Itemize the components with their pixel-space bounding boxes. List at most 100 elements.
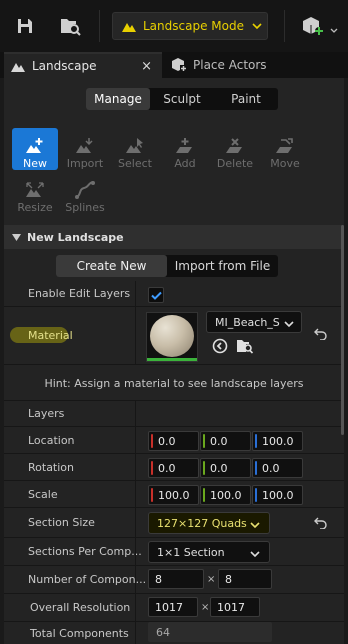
components-y-field[interactable]: 8: [218, 569, 272, 589]
material-thumbnail[interactable]: [146, 312, 198, 362]
tool-delete-button[interactable]: Delete: [212, 128, 258, 170]
mode-sculpt[interactable]: Sculpt: [150, 88, 214, 110]
tab-label: Landscape: [32, 59, 97, 73]
scale-row: Scale 100.0 100.0 100.0: [4, 481, 344, 508]
rotation-z-field[interactable]: 0.0: [252, 458, 303, 478]
mode-manage[interactable]: Manage: [86, 88, 150, 110]
tool-label: Delete: [216, 157, 254, 170]
move-component-icon: [276, 138, 293, 153]
property-label: Number of Compon...: [28, 573, 147, 586]
components-x-field[interactable]: 8: [148, 569, 204, 589]
tool-resize-button[interactable]: Resize: [12, 172, 58, 214]
column-divider: [135, 427, 136, 453]
scrollbar-thumb[interactable]: [341, 225, 344, 435]
property-label: Location: [28, 433, 75, 447]
toolbar-divider: [99, 10, 100, 42]
property-label: Sections Per Comp...: [28, 545, 142, 558]
tool-move-button[interactable]: Move: [262, 128, 308, 170]
tab-label: Place Actors: [193, 58, 267, 72]
close-icon[interactable]: ×: [141, 59, 152, 74]
scale-z-field[interactable]: 100.0: [252, 485, 303, 505]
field-value: 100.0: [210, 488, 242, 502]
column-divider: [135, 281, 136, 306]
resize-icon: [26, 182, 44, 197]
times-separator: ×: [207, 574, 216, 585]
landscape-mode-icon: [122, 23, 136, 32]
browse-asset-icon[interactable]: [236, 338, 254, 357]
number-of-components-row: Number of Compon... 8 × 8: [4, 566, 344, 594]
chevron-down-icon: [284, 318, 294, 331]
landscape-mode-dropdown[interactable]: Landscape Mode: [112, 12, 268, 40]
material-type-bar: [147, 358, 197, 361]
material-hint-text: Hint: Assign a material to see landscape…: [44, 376, 304, 390]
tool-label: New: [23, 157, 47, 170]
chevron-down-icon[interactable]: [330, 24, 338, 37]
select-icon: [126, 138, 143, 153]
reset-to-default-icon[interactable]: [314, 517, 328, 532]
splines-icon: [75, 181, 95, 199]
field-value: 0.0: [262, 461, 280, 475]
reset-to-default-icon[interactable]: [314, 328, 328, 343]
field-value: 0.0: [210, 434, 228, 448]
create-new-option[interactable]: Create New: [56, 255, 167, 277]
chevron-down-icon: [250, 519, 260, 532]
tool-label: Import: [66, 157, 104, 170]
x-axis-indicator: [151, 461, 153, 475]
resolution-y-field[interactable]: 1017: [210, 597, 260, 617]
new-landscape-section-header[interactable]: New Landscape: [4, 225, 344, 249]
location-x-field[interactable]: 0.0: [148, 431, 199, 451]
column-divider: [135, 401, 136, 426]
section-size-dropdown[interactable]: 127×127 Quads: [148, 512, 270, 534]
mode-paint[interactable]: Paint: [214, 88, 278, 110]
add-component-icon: [176, 138, 192, 153]
use-selected-asset-icon[interactable]: [212, 338, 228, 357]
enable-edit-layers-checkbox[interactable]: [148, 287, 164, 303]
x-axis-indicator: [151, 434, 153, 448]
material-asset-dropdown[interactable]: MI_Beach_S: [206, 311, 302, 333]
rotation-x-field[interactable]: 0.0: [148, 458, 199, 478]
chevron-down-icon: [252, 19, 262, 33]
tool-add-button[interactable]: Add: [162, 128, 208, 170]
property-label: Scale: [28, 487, 58, 501]
column-divider: [135, 307, 136, 364]
resolution-x-field[interactable]: 1017: [148, 597, 198, 617]
content-browser-icon[interactable]: [57, 13, 83, 39]
tab-landscape[interactable]: Landscape ×: [4, 52, 162, 78]
delete-component-icon: [226, 138, 242, 153]
property-label: Total Components: [30, 626, 129, 640]
tab-bar: Landscape × Place Actors: [0, 52, 348, 78]
property-label: Section Size: [28, 516, 95, 529]
section-size-row: Section Size 127×127 Quads: [4, 508, 344, 538]
x-axis-indicator: [151, 488, 153, 502]
column-divider: [135, 454, 136, 480]
tool-import-button[interactable]: Import: [62, 128, 108, 170]
column-divider: [135, 594, 136, 621]
add-actor-icon[interactable]: [298, 13, 326, 39]
property-label: Layers: [28, 407, 65, 420]
tab-place-actors[interactable]: Place Actors: [166, 52, 336, 78]
field-value: 1017: [155, 600, 183, 614]
tool-label: Add: [174, 157, 196, 170]
new-landscape-icon: [26, 138, 43, 153]
create-mode-row: Create New Import from File: [4, 249, 344, 281]
tool-select-button[interactable]: Select: [112, 128, 158, 170]
location-z-field[interactable]: 100.0: [252, 431, 303, 451]
landscape-icon: [11, 63, 25, 72]
scale-x-field[interactable]: 100.0: [148, 485, 199, 505]
overall-resolution-row: Overall Resolution 1017 × 1017: [4, 594, 344, 622]
sections-per-component-dropdown[interactable]: 1×1 Section: [148, 541, 270, 563]
column-divider: [135, 622, 136, 644]
field-value: 0.0: [158, 434, 176, 448]
rotation-row: Rotation 0.0 0.0 0.0: [4, 454, 344, 481]
tool-new-button[interactable]: New: [12, 128, 58, 170]
import-from-file-option[interactable]: Import from File: [167, 255, 278, 277]
total-components-row: Total Components 64: [4, 622, 344, 644]
rotation-y-field[interactable]: 0.0: [200, 458, 251, 478]
save-icon[interactable]: [12, 13, 38, 39]
dropdown-value: 127×127 Quads: [157, 516, 247, 530]
scale-y-field[interactable]: 100.0: [200, 485, 251, 505]
tool-splines-button[interactable]: Splines: [62, 172, 108, 214]
field-value: 64: [156, 625, 170, 639]
tool-label: Resize: [17, 201, 53, 214]
location-y-field[interactable]: 0.0: [200, 431, 251, 451]
